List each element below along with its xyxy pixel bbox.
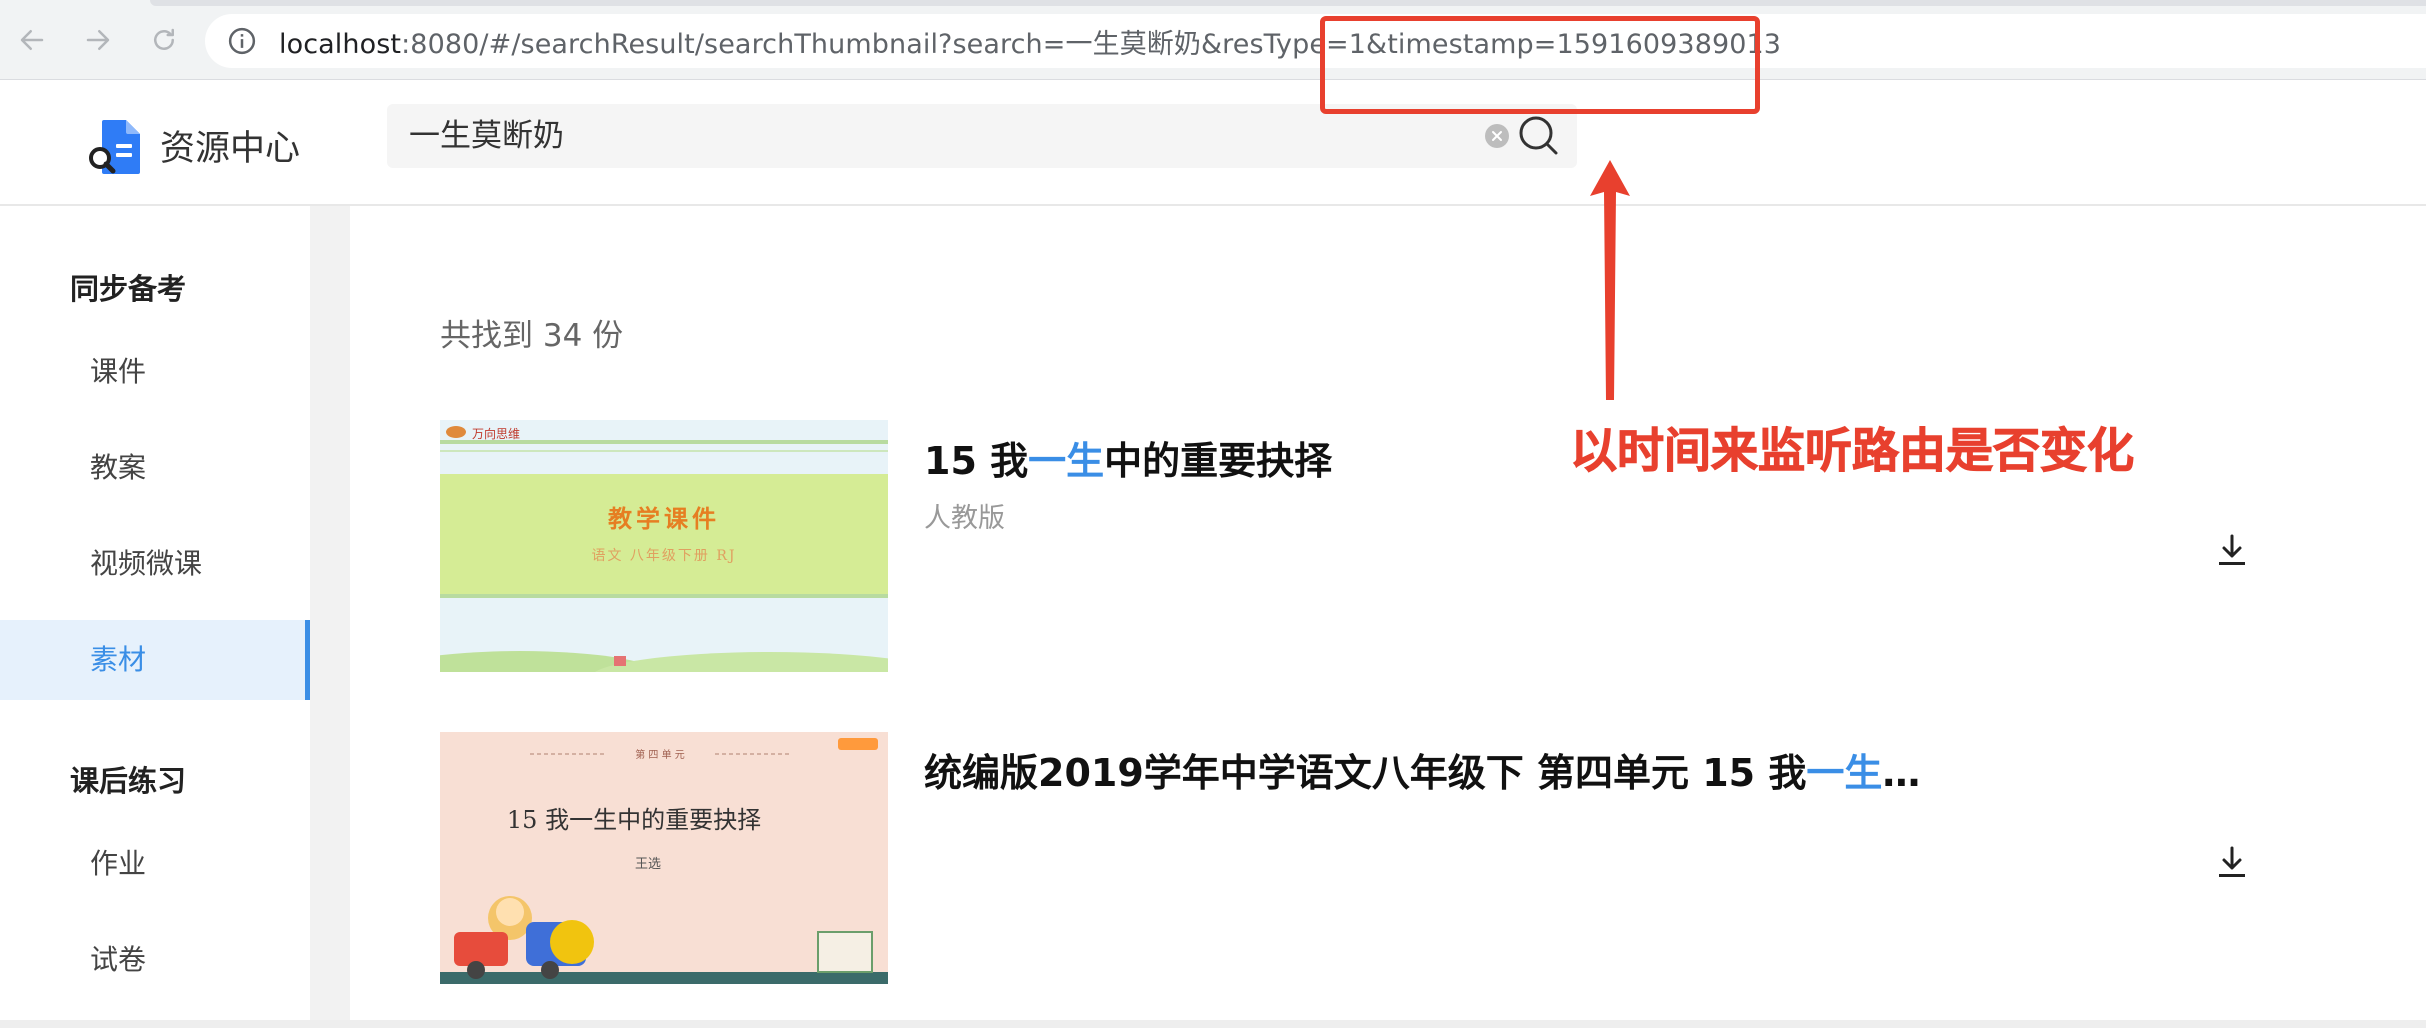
arrow-left-icon (20, 30, 44, 50)
url-host: localhost (279, 28, 402, 60)
result-title-text: 15 我 (924, 439, 1029, 483)
sidebar-heading-practice: 课后练习 (70, 764, 187, 798)
app-title: 资源中心 (160, 129, 301, 169)
sidebar-item-material[interactable]: 素材 (0, 620, 310, 700)
clear-icon[interactable] (1485, 124, 1509, 148)
download-icon[interactable] (2212, 842, 2252, 882)
result-title-text-rest: … (1882, 751, 1921, 795)
address-bar[interactable]: localhost:8080/#/searchResult/searchThum… (205, 14, 2426, 68)
reload-button[interactable] (146, 22, 182, 58)
sidebar-item-exam[interactable]: 试卷 (0, 920, 310, 1000)
result-title[interactable]: 统编版2019学年中学语文八年级下 第四单元 15 我一生… (924, 742, 1920, 797)
result-title-text-rest: 中的重要抉择 (1104, 439, 1333, 483)
result-title[interactable]: 15 我一生中的重要抉择 (924, 430, 1332, 485)
sidebar-heading-prep: 同步备考 (70, 272, 187, 306)
browser-toolbar: localhost:8080/#/searchResult/searchThum… (0, 0, 2426, 80)
sidebar: 同步备考 课件 教案 视频微课 素材 课后练习 作业 试卷 (0, 206, 310, 1028)
thumbnail-subline: 语文 八年级下册 RJ (591, 548, 736, 564)
thumbnail-brand: 万向思维 (472, 426, 520, 441)
reload-icon (154, 28, 174, 50)
result-item: 第 四 单 元 15 我一生中的重要抉择 王选 统编版2019学年中学语文八年级… (440, 732, 2426, 984)
sidebar-item-courseware[interactable]: 课件 (0, 332, 310, 412)
sidebar-divider (310, 206, 350, 1028)
result-title-highlight: 一生 (1028, 439, 1105, 483)
thumbnail-heading: 15 我一生中的重要抉择 (507, 806, 761, 834)
annotation-highlight-box (1320, 16, 1760, 114)
info-icon[interactable] (225, 24, 259, 58)
app-header: 资源中心 (0, 80, 2426, 206)
annotation-text: 以时间来监听路由是否变化 (1570, 424, 2135, 480)
search-icon[interactable] (1517, 114, 1561, 158)
result-count: 共找到 34 份 (440, 318, 624, 354)
thumbnail-author: 王选 (635, 857, 661, 872)
sidebar-item-lesson-plan[interactable]: 教案 (0, 428, 310, 508)
bottom-divider (0, 1020, 2426, 1028)
download-icon[interactable] (2212, 530, 2252, 570)
back-button[interactable] (14, 22, 50, 58)
result-thumbnail[interactable]: 万向思维 教学课件 语文 八年级下册 RJ (440, 420, 888, 672)
forward-button[interactable] (80, 22, 116, 58)
thumbnail-unit: 第 四 单 元 (635, 748, 685, 761)
sidebar-item-homework[interactable]: 作业 (0, 824, 310, 904)
tab-strip (150, 0, 2426, 6)
arrow-right-icon (86, 30, 110, 50)
result-thumbnail[interactable]: 第 四 单 元 15 我一生中的重要抉择 王选 (440, 732, 888, 984)
resource-center-logo-icon (89, 120, 140, 174)
thumbnail-heading: 教学课件 (608, 504, 720, 533)
result-edition: 人教版 (924, 503, 1005, 534)
search-input[interactable] (409, 104, 1409, 168)
sidebar-item-video[interactable]: 视频微课 (0, 524, 310, 604)
result-title-text: 统编版2019学年中学语文八年级下 第四单元 15 我 (924, 751, 1807, 795)
annotation-arrow-icon (1590, 160, 1630, 400)
result-title-highlight: 一生 (1806, 751, 1883, 795)
